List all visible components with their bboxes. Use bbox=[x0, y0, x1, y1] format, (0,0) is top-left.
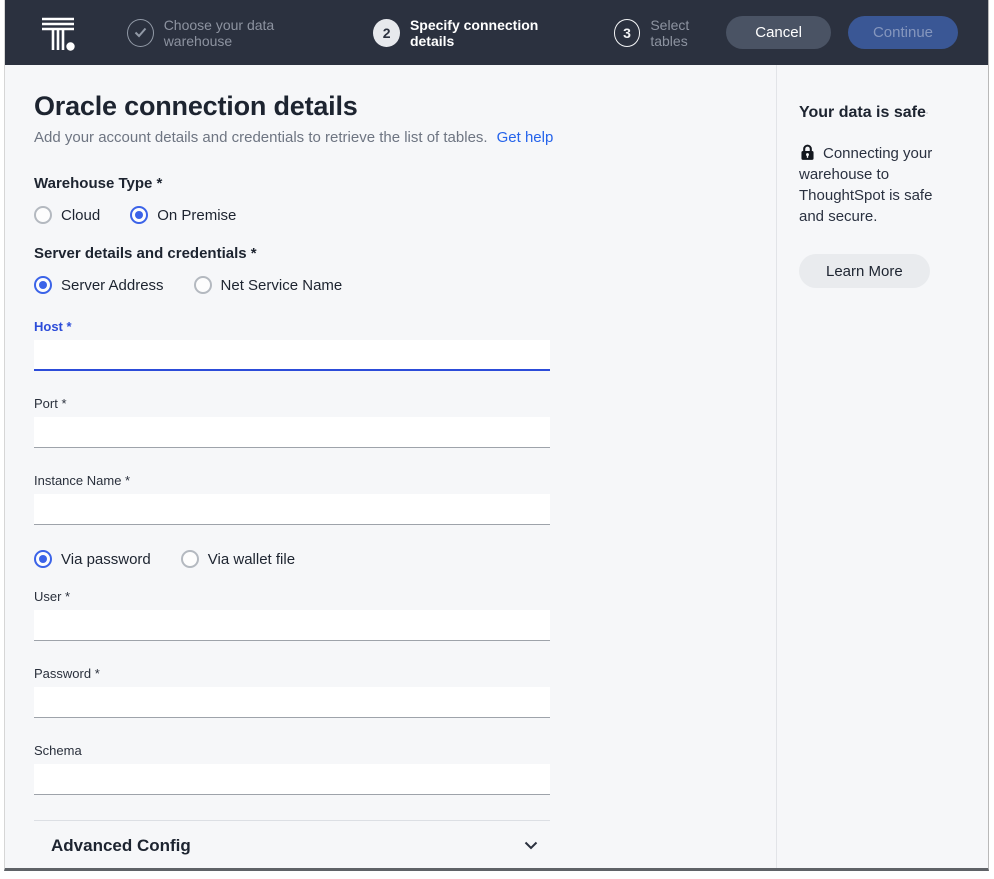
host-input[interactable] bbox=[34, 340, 550, 371]
radio-icon bbox=[194, 276, 212, 294]
radio-via-password[interactable]: Via password bbox=[34, 550, 151, 568]
radio-icon bbox=[34, 550, 52, 568]
chevron-down-icon bbox=[524, 841, 538, 850]
radio-icon bbox=[34, 206, 52, 224]
app-window: Choose your data warehouse 2 Specify con… bbox=[4, 0, 989, 871]
host-field-group: Host * bbox=[34, 319, 550, 371]
step-label: Choose your data warehouse bbox=[164, 17, 338, 49]
radio-net-service-name[interactable]: Net Service Name bbox=[194, 276, 343, 294]
step-label: Select tables bbox=[650, 17, 726, 49]
step-choose-warehouse[interactable]: Choose your data warehouse bbox=[127, 17, 337, 49]
cancel-button[interactable]: Cancel bbox=[726, 16, 831, 49]
warehouse-type-label: Warehouse Type * bbox=[34, 175, 776, 192]
schema-label: Schema bbox=[34, 743, 550, 758]
user-field-group: User * bbox=[34, 589, 550, 641]
continue-button[interactable]: Continue bbox=[848, 16, 958, 49]
step-complete-circle bbox=[127, 19, 154, 47]
radio-icon bbox=[34, 276, 52, 294]
server-details-radio-group: Server Address Net Service Name bbox=[34, 276, 776, 294]
step-connection-details[interactable]: 2 Specify connection details bbox=[373, 17, 577, 49]
step-label: Specify connection details bbox=[410, 17, 578, 49]
instance-name-input[interactable] bbox=[34, 494, 550, 525]
password-input[interactable] bbox=[34, 687, 550, 718]
learn-more-button[interactable]: Learn More bbox=[799, 254, 930, 288]
top-bar: Choose your data warehouse 2 Specify con… bbox=[5, 0, 988, 65]
radio-cloud[interactable]: Cloud bbox=[34, 206, 100, 224]
radio-icon bbox=[181, 550, 199, 568]
port-field-group: Port * bbox=[34, 396, 550, 448]
lock-icon bbox=[799, 144, 816, 161]
port-input[interactable] bbox=[34, 417, 550, 448]
step-number-circle: 3 bbox=[614, 19, 641, 47]
radio-via-wallet-file[interactable]: Via wallet file bbox=[181, 550, 295, 568]
server-details-label: Server details and credentials * bbox=[34, 245, 776, 262]
step-select-tables[interactable]: 3 Select tables bbox=[614, 17, 727, 49]
instance-name-label: Instance Name * bbox=[34, 473, 550, 488]
password-label: Password * bbox=[34, 666, 550, 681]
chevron-up-icon[interactable] bbox=[926, 109, 928, 117]
auth-method-radio-group: Via password Via wallet file bbox=[34, 550, 776, 568]
panel-body: Connecting your warehouse to ThoughtSpot… bbox=[799, 143, 949, 227]
user-input[interactable] bbox=[34, 610, 550, 641]
instance-name-field-group: Instance Name * bbox=[34, 473, 550, 525]
warehouse-type-radio-group: Cloud On Premise bbox=[34, 206, 776, 224]
get-help-link[interactable]: Get help bbox=[497, 129, 554, 146]
data-safety-panel: Your data is safe Connecting your wareho… bbox=[776, 65, 988, 868]
stepper: Choose your data warehouse 2 Specify con… bbox=[127, 17, 726, 49]
advanced-config-toggle[interactable]: Advanced Config bbox=[34, 820, 550, 868]
radio-icon bbox=[130, 206, 148, 224]
thoughtspot-logo bbox=[39, 13, 79, 53]
radio-on-premise[interactable]: On Premise bbox=[130, 206, 236, 224]
port-label: Port * bbox=[34, 396, 550, 411]
password-field-group: Password * bbox=[34, 666, 550, 718]
step-number-circle: 2 bbox=[373, 19, 400, 47]
host-label: Host * bbox=[34, 319, 550, 334]
radio-server-address[interactable]: Server Address bbox=[34, 276, 164, 294]
page-title: Oracle connection details bbox=[34, 91, 776, 122]
connection-form: Oracle connection details Add your accou… bbox=[5, 65, 776, 868]
schema-input[interactable] bbox=[34, 764, 550, 795]
page-subtitle: Add your account details and credentials… bbox=[34, 129, 776, 146]
advanced-config-label: Advanced Config bbox=[51, 836, 191, 856]
user-label: User * bbox=[34, 589, 550, 604]
schema-field-group: Schema bbox=[34, 743, 550, 795]
panel-title: Your data is safe bbox=[799, 104, 926, 122]
check-icon bbox=[134, 27, 147, 38]
